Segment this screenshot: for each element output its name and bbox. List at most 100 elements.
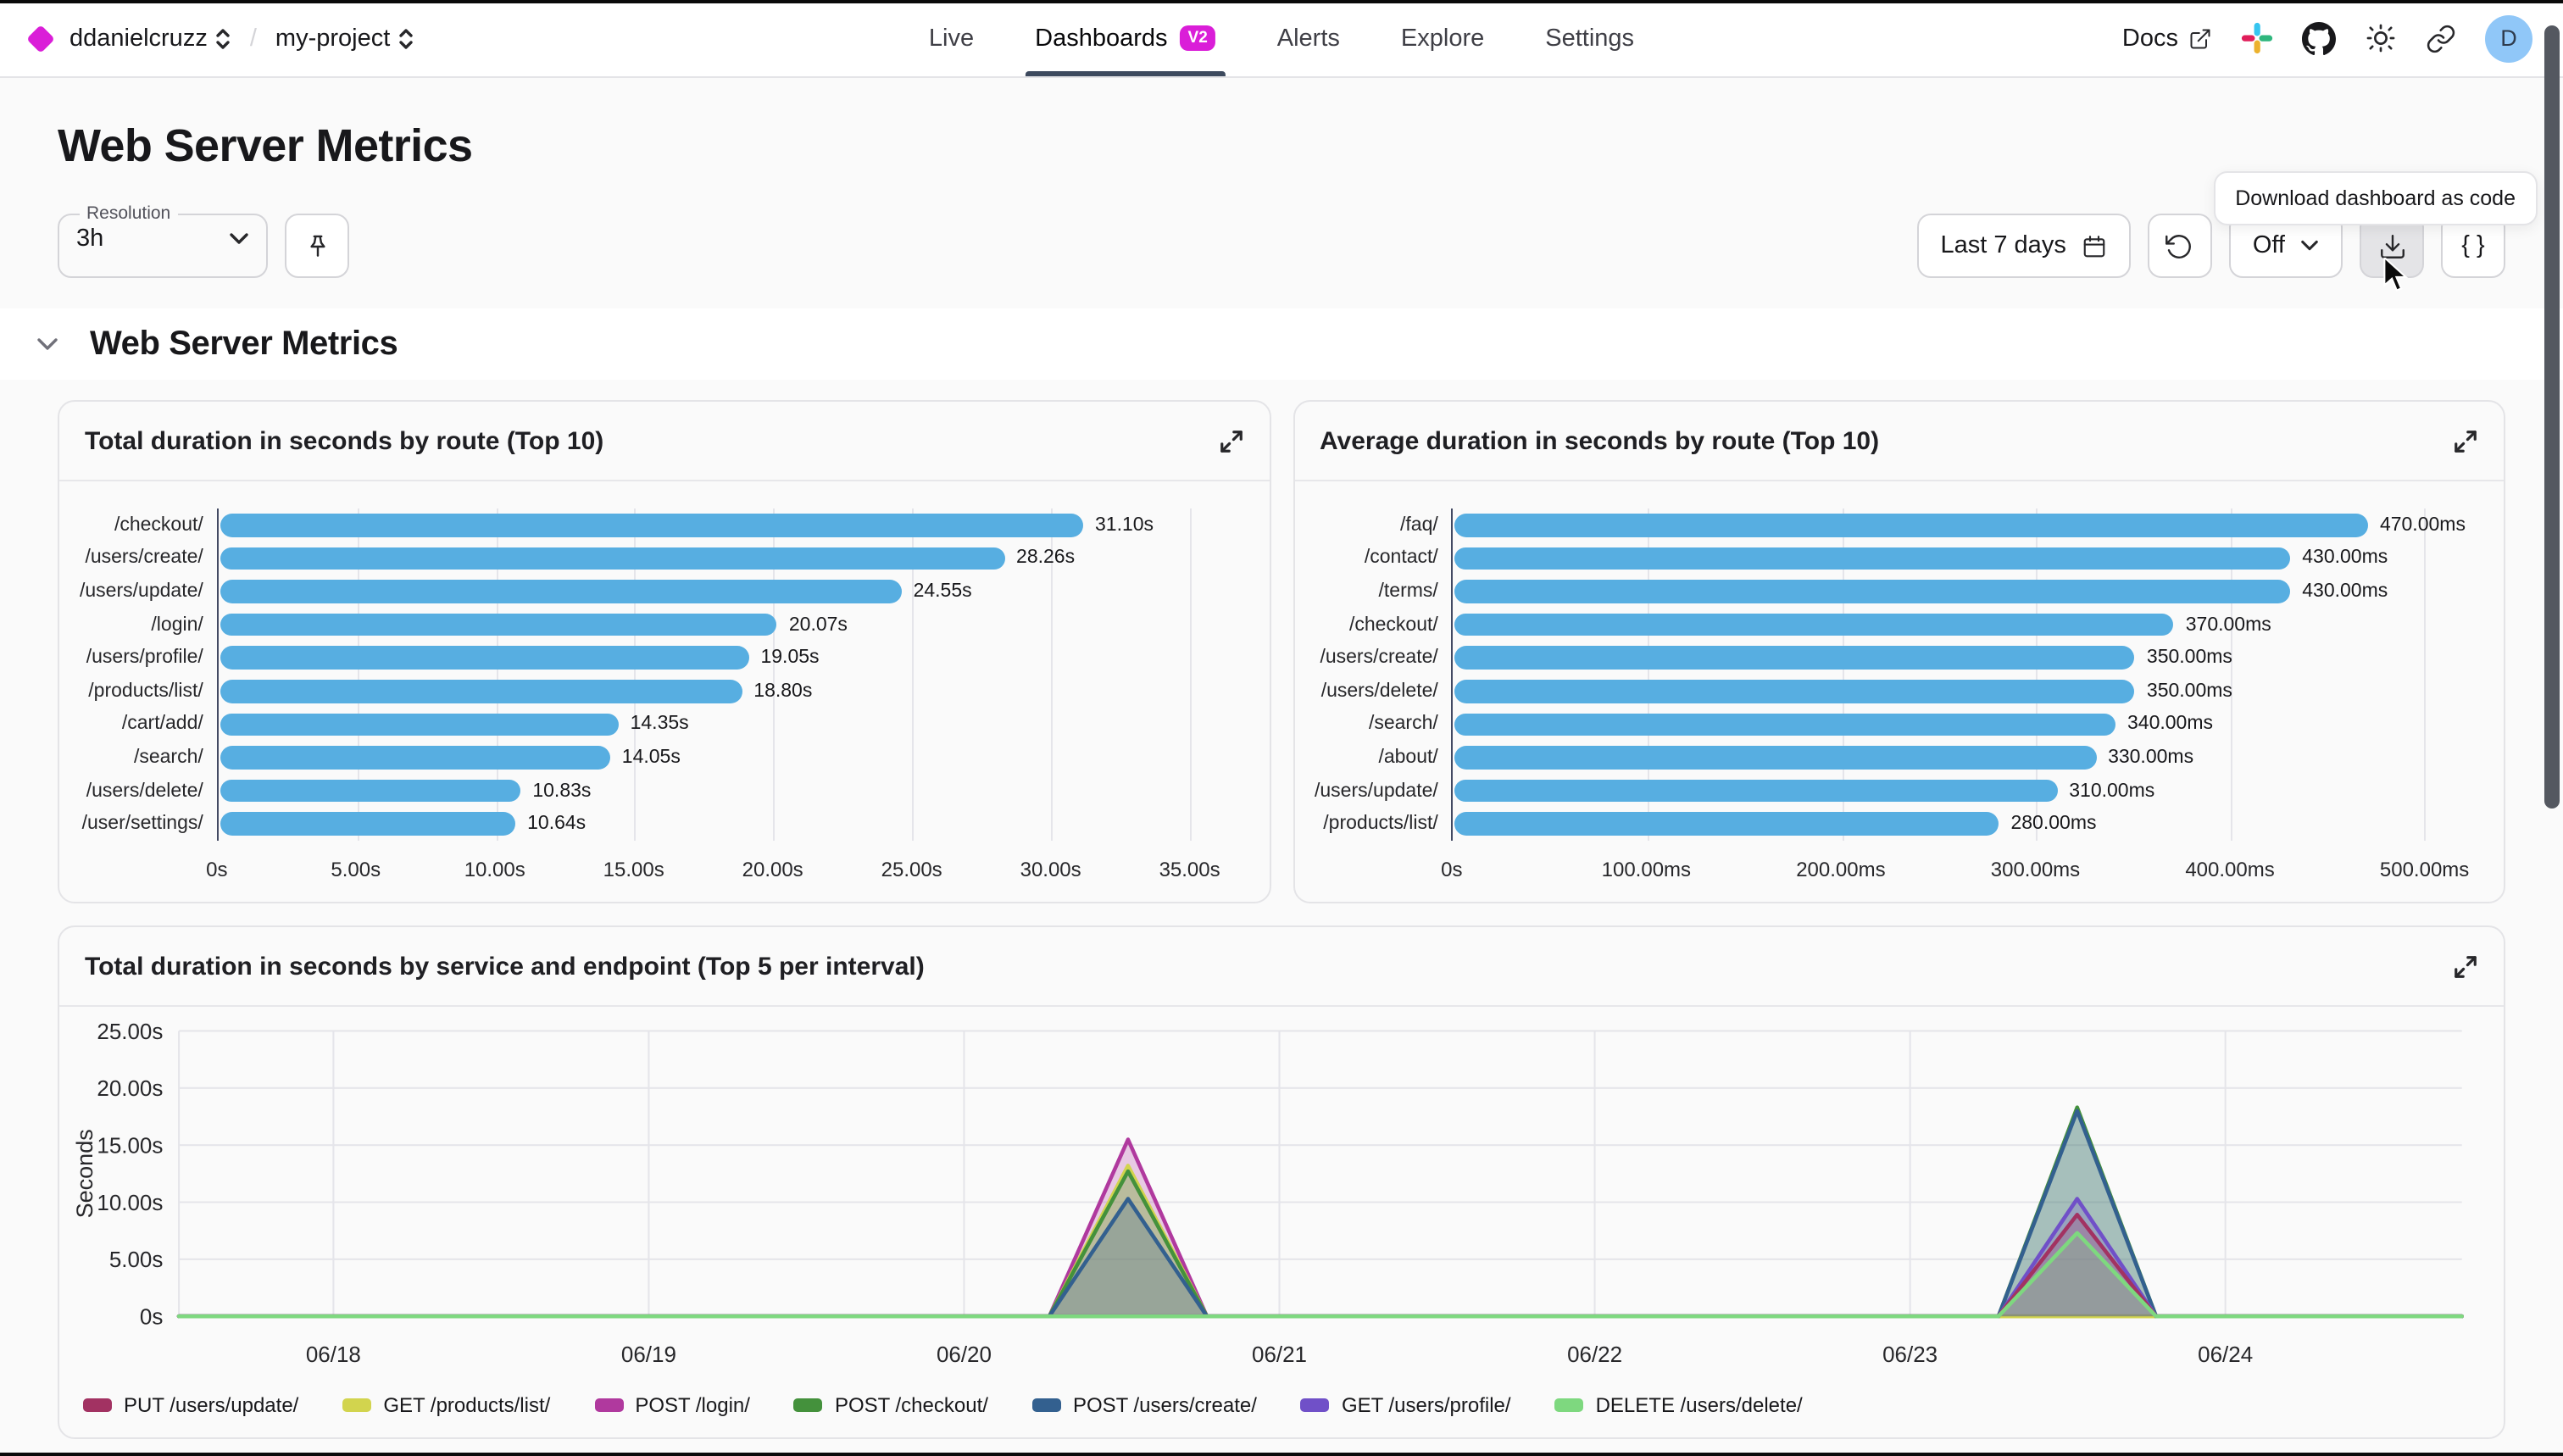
bar-value-label: 10.64s	[527, 814, 586, 834]
bar[interactable]	[220, 647, 749, 670]
bar-row: 10.64s	[219, 808, 1238, 841]
category-label: /cart/add/	[80, 708, 217, 741]
docs-link[interactable]: Docs	[2122, 25, 2212, 52]
resolution-select[interactable]: Resolution 3h	[58, 203, 268, 278]
expand-button[interactable]	[1218, 428, 1243, 453]
y-axis-label: Seconds	[72, 1129, 97, 1218]
legend-item[interactable]: POST /login/	[594, 1394, 750, 1418]
legend-item[interactable]: DELETE /users/delete/	[1555, 1394, 1803, 1418]
legend-label: POST /users/create/	[1073, 1394, 1257, 1418]
bar-row: 430.00ms	[1454, 575, 2473, 608]
x-axis-tick: 300.00ms	[1991, 858, 2080, 881]
project-switcher[interactable]: my-project	[275, 25, 414, 52]
bar-row: 370.00ms	[1454, 609, 2473, 642]
legend-label: POST /checkout/	[835, 1394, 988, 1418]
bar[interactable]	[1455, 514, 2368, 536]
bar-value-label: 430.00ms	[2302, 581, 2388, 602]
time-range-button[interactable]: Last 7 days	[1917, 214, 2131, 278]
tab-settings[interactable]: Settings	[1545, 0, 1634, 76]
bar[interactable]	[220, 514, 1083, 536]
bar[interactable]	[220, 580, 902, 603]
y-axis-tick: 0s	[140, 1304, 163, 1330]
expand-icon	[1218, 428, 1243, 453]
bar-value-label: 24.55s	[914, 581, 972, 602]
expand-button[interactable]	[2453, 953, 2478, 979]
legend-item[interactable]: PUT /users/update/	[83, 1394, 298, 1418]
x-axis-tick: 10.00s	[464, 858, 525, 881]
x-axis-tick: 06/23	[1882, 1342, 1938, 1367]
bar[interactable]	[220, 713, 619, 736]
legend-swatch	[1555, 1399, 1584, 1413]
collapse-chevron-icon[interactable]	[36, 336, 59, 353]
bar[interactable]	[1455, 746, 2096, 769]
theme-sun-icon[interactable]	[2365, 22, 2397, 54]
v2-badge: V2	[1180, 26, 1216, 51]
bar[interactable]	[1455, 647, 2135, 670]
calendar-icon	[2082, 233, 2107, 258]
bar[interactable]	[1455, 547, 2290, 570]
bar[interactable]	[220, 813, 515, 836]
tab-alerts[interactable]: Alerts	[1277, 0, 1340, 76]
legend-swatch	[1032, 1399, 1061, 1413]
bar-value-label: 350.00ms	[2147, 647, 2232, 668]
y-axis-tick: 5.00s	[109, 1247, 164, 1272]
bar[interactable]	[220, 780, 521, 803]
bar-row: 14.05s	[219, 741, 1238, 774]
download-icon	[2377, 231, 2406, 260]
legend-item[interactable]: POST /users/create/	[1032, 1394, 1257, 1418]
expand-button[interactable]	[2453, 428, 2478, 453]
bar[interactable]	[1455, 780, 2057, 803]
chart-card-duration-by-service-endpoint: Total duration in seconds by service and…	[58, 925, 2505, 1440]
x-axis-tick: 20.00s	[742, 858, 803, 881]
refresh-button[interactable]	[2148, 214, 2212, 278]
dashboard-grid: Total duration in seconds by route (Top …	[0, 380, 2563, 1440]
x-axis-tick: 5.00s	[331, 858, 381, 881]
user-avatar[interactable]: D	[2485, 14, 2532, 62]
bar-value-label: 19.05s	[760, 647, 819, 668]
bar[interactable]	[1455, 614, 2174, 636]
github-icon[interactable]	[2302, 21, 2336, 55]
bar-value-label: 10.83s	[532, 781, 591, 801]
bar-row: 14.35s	[219, 708, 1238, 741]
bar[interactable]	[1455, 580, 2290, 603]
org-switcher[interactable]: ddanielcruzz	[69, 25, 231, 52]
resolution-label: Resolution	[80, 203, 177, 224]
category-label: /about/	[1315, 741, 1452, 774]
area-chart[interactable]: 0s5.00s10.00s15.00s20.00s25.00s06/1806/1…	[66, 1020, 2490, 1394]
y-axis-tick: 20.00s	[97, 1075, 163, 1101]
dashboard-controls: Resolution 3h Last 7 days	[58, 200, 2505, 278]
scrollbar-thumb[interactable]	[2544, 25, 2560, 809]
section-header: Web Server Metrics	[0, 308, 2563, 380]
chevron-down-icon	[2300, 239, 2319, 253]
bar[interactable]	[220, 547, 1004, 570]
slack-icon[interactable]	[2241, 22, 2273, 54]
tab-live[interactable]: Live	[929, 0, 974, 76]
bar[interactable]	[220, 746, 610, 769]
x-axis-tick: 06/21	[1252, 1342, 1307, 1367]
category-label: /users/delete/	[80, 775, 217, 808]
bar[interactable]	[220, 680, 742, 703]
bar[interactable]	[220, 614, 777, 636]
page-title: Web Server Metrics	[58, 120, 2505, 173]
chart-card-average-duration-by-route: Average duration in seconds by route (To…	[1293, 400, 2505, 903]
bar-value-label: 470.00ms	[2380, 515, 2466, 536]
bar[interactable]	[1455, 813, 1999, 836]
tab-dashboards[interactable]: Dashboards V2	[1035, 0, 1216, 76]
bar[interactable]	[1455, 713, 2115, 736]
top-nav: ddanielcruzz / my-project Live Dashboard…	[0, 0, 2563, 78]
x-axis-tick: 06/20	[937, 1342, 992, 1367]
tab-explore[interactable]: Explore	[1401, 0, 1484, 76]
legend-swatch	[594, 1399, 623, 1413]
legend-label: GET /users/profile/	[1342, 1394, 1511, 1418]
legend-item[interactable]: POST /checkout/	[794, 1394, 988, 1418]
category-label: /products/list/	[1315, 808, 1452, 841]
legend-swatch	[1301, 1399, 1330, 1413]
legend-item[interactable]: GET /users/profile/	[1301, 1394, 1511, 1418]
share-link-icon[interactable]	[2426, 23, 2456, 53]
bar[interactable]	[1455, 680, 2135, 703]
bar-row: 430.00ms	[1454, 542, 2473, 575]
pin-button[interactable]	[285, 214, 349, 278]
legend-item[interactable]: GET /products/list/	[342, 1394, 550, 1418]
x-axis-tick: 06/22	[1567, 1342, 1622, 1367]
legend-label: GET /products/list/	[383, 1394, 550, 1418]
